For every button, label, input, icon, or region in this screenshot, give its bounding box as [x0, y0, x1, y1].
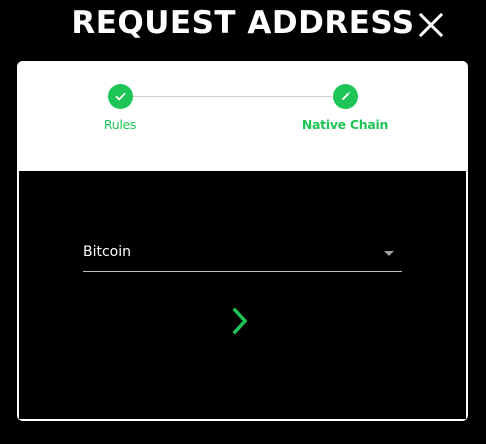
- request-address-dialog: REQUEST ADDRESS Rules Native Chain Bitco…: [0, 0, 486, 444]
- step-rules-label: Rules: [103, 117, 137, 132]
- check-icon: [115, 92, 125, 101]
- form-panel: Bitcoin: [19, 171, 466, 419]
- next-button[interactable]: [228, 306, 254, 336]
- step-native-chain[interactable]: Native Chain: [285, 84, 405, 132]
- chevron-right-icon: [232, 307, 248, 335]
- step-rules-circle: [107, 84, 133, 109]
- chain-select[interactable]: Bitcoin: [83, 241, 402, 272]
- step-native-chain-circle: [332, 84, 358, 109]
- chain-select-value: Bitcoin: [83, 244, 132, 260]
- stepper: Rules Native Chain: [17, 61, 468, 169]
- dropdown-arrow-icon: [384, 251, 394, 256]
- page-title: REQUEST ADDRESS: [71, 5, 415, 41]
- step-rules[interactable]: Rules: [60, 84, 180, 132]
- close-icon: [418, 12, 444, 38]
- step-native-chain-label: Native Chain: [301, 117, 389, 132]
- pencil-icon: [341, 91, 350, 100]
- close-button[interactable]: [417, 11, 445, 39]
- dialog-card: Rules Native Chain Bitcoin: [17, 61, 468, 421]
